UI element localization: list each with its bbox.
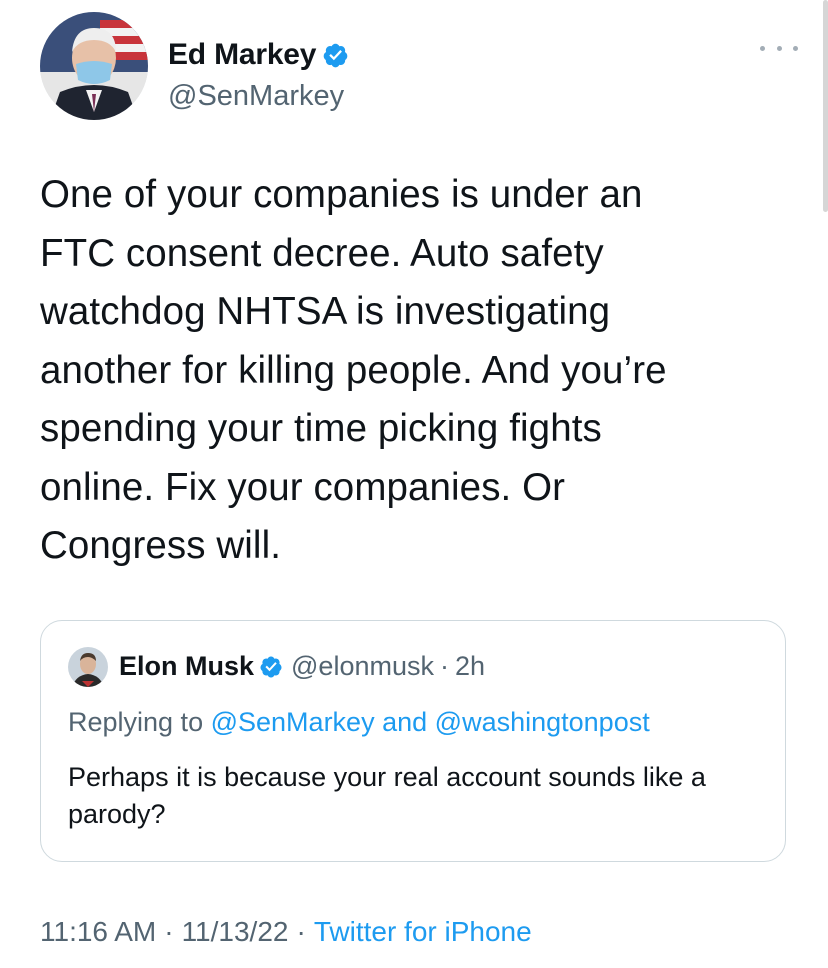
reply-mention-senmarkey[interactable]: @SenMarkey [211, 707, 375, 737]
author-avatar[interactable] [40, 12, 148, 120]
quoted-timestamp[interactable]: 2h [455, 651, 485, 682]
quoted-tweet[interactable]: Elon Musk @elonmusk · 2h Replying to @Se… [40, 620, 786, 862]
tweet-date[interactable]: 11/13/22 [182, 916, 289, 948]
quoted-tweet-text: Perhaps it is because your real account … [68, 762, 706, 829]
more-options-icon[interactable] [760, 40, 798, 56]
author-display-name[interactable]: Ed Markey [168, 38, 316, 72]
tweet-metadata: 11:16 AM · 11/13/22 · Twitter for iPhone [40, 916, 532, 948]
quoted-author-handle[interactable]: @elonmusk [291, 651, 434, 682]
separator-dot: · [296, 916, 306, 947]
tweet-source[interactable]: Twitter for iPhone [314, 916, 532, 948]
reply-mention-washingtonpost[interactable]: @washingtonpost [435, 707, 650, 737]
separator-dot: · [439, 651, 449, 681]
quoted-author-row: Elon Musk @elonmusk · 2h [119, 651, 485, 682]
quoted-author-avatar[interactable] [68, 647, 108, 687]
separator-dot: · [164, 916, 174, 947]
quoted-author-name[interactable]: Elon Musk [119, 651, 254, 682]
author-handle[interactable]: @SenMarkey [168, 80, 344, 113]
tweet-time[interactable]: 11:16 AM [40, 916, 156, 948]
replying-to-prefix: Replying to [68, 707, 204, 737]
scroll-indicator[interactable] [823, 0, 828, 212]
tweet-text: One of your companies is under an FTC co… [40, 173, 667, 567]
replying-to-line: Replying to @SenMarkey and @washingtonpo… [68, 707, 650, 738]
verified-badge-icon [259, 655, 283, 679]
verified-badge-icon [322, 42, 349, 69]
reply-and-text: and [382, 707, 428, 737]
author-name-row: Ed Markey [168, 38, 349, 72]
tweet-header: Ed Markey @SenMarkey [40, 12, 800, 124]
